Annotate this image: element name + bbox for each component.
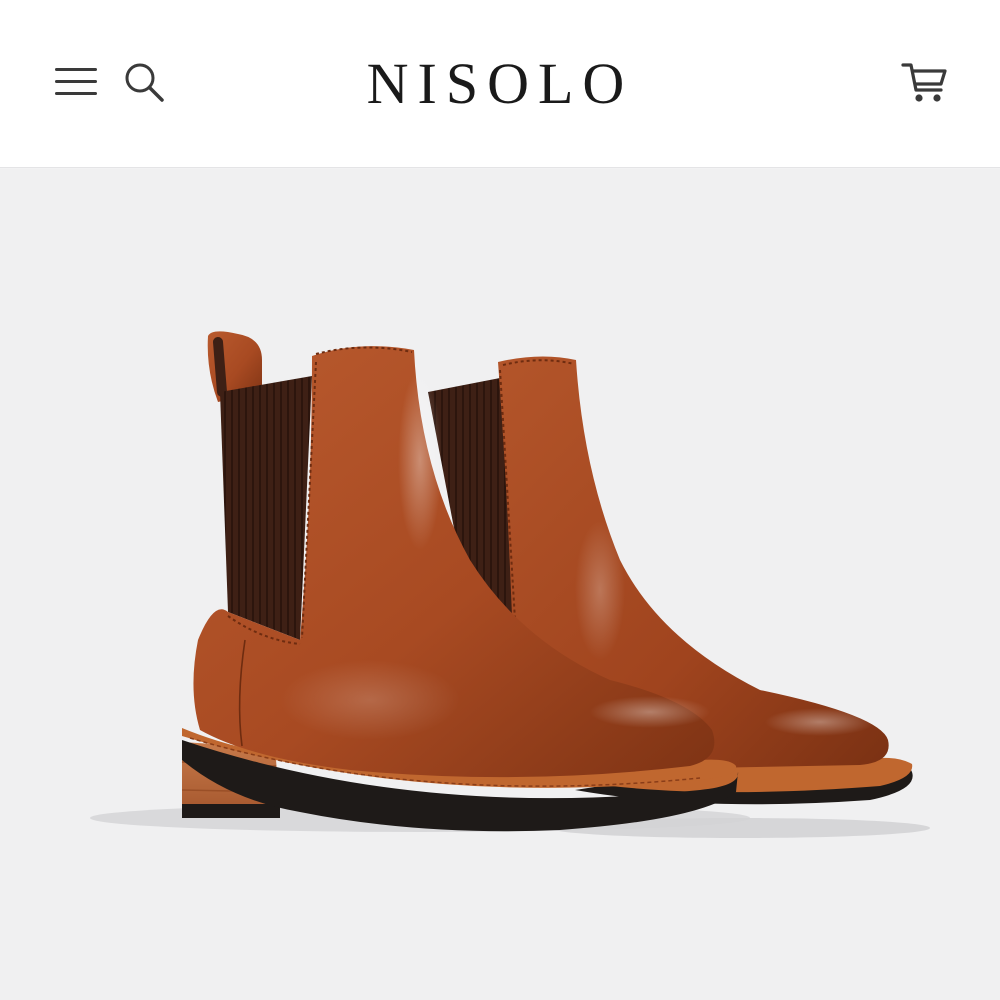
site-header: NISOLO <box>0 0 1000 168</box>
brand-logo[interactable]: NISOLO <box>300 48 700 118</box>
shopping-cart-icon <box>901 63 947 102</box>
hamburger-menu-icon <box>55 68 97 95</box>
chelsea-boots-image <box>90 331 930 838</box>
product-hero <box>0 169 1000 1000</box>
search-icon <box>125 63 164 102</box>
menu-button[interactable] <box>48 58 102 104</box>
cart-button[interactable] <box>896 56 954 110</box>
search-button[interactable] <box>118 56 170 108</box>
